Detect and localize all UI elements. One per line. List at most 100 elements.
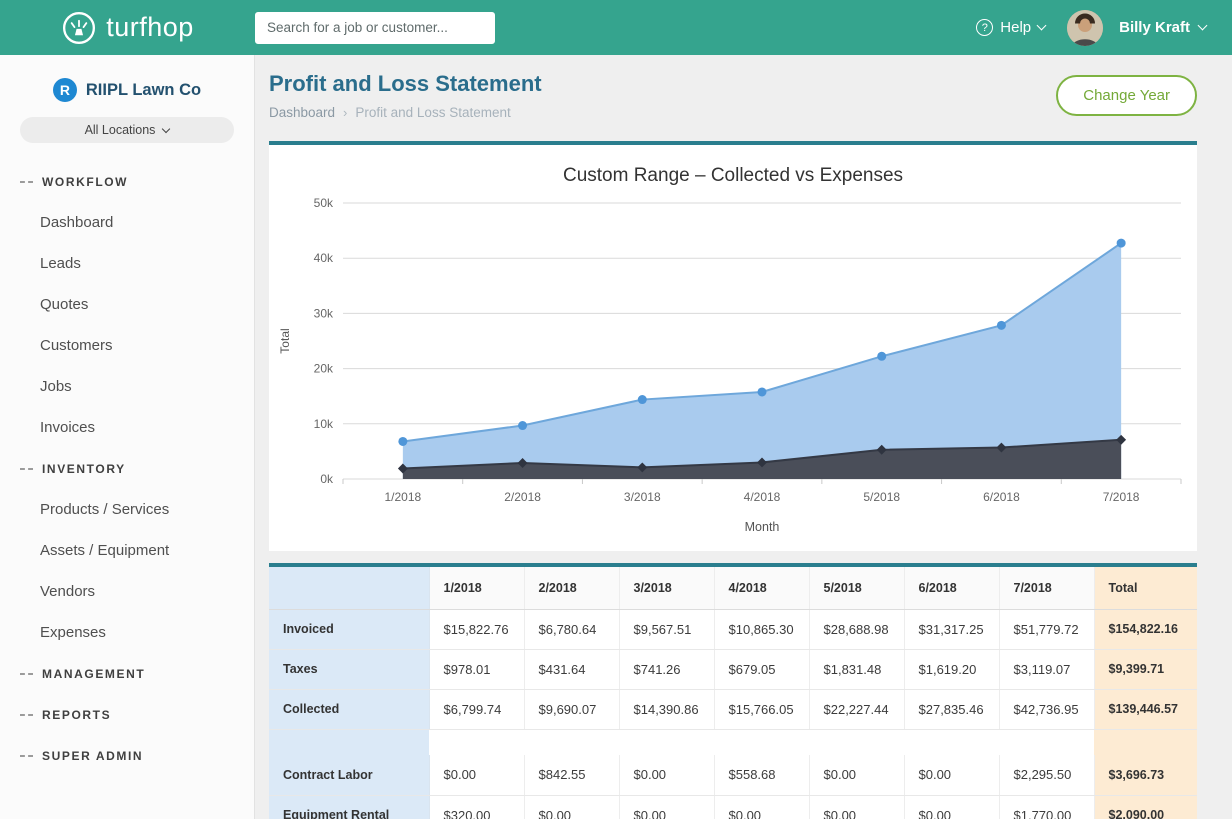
breadcrumb-dashboard[interactable]: Dashboard bbox=[269, 105, 335, 120]
sidebar-item-invoices[interactable]: Invoices bbox=[0, 407, 254, 448]
svg-text:Total: Total bbox=[278, 328, 292, 353]
user-menu[interactable]: Billy Kraft bbox=[1119, 19, 1206, 36]
help-label: Help bbox=[1000, 19, 1031, 36]
table-cell: $558.68 bbox=[714, 755, 809, 795]
change-year-button[interactable]: Change Year bbox=[1056, 75, 1197, 116]
table-cell: $0.00 bbox=[619, 795, 714, 819]
sidebar-item-vendors[interactable]: Vendors bbox=[0, 571, 254, 612]
sidebar: R RIIPL Lawn Co All Locations WORKFLOW Da… bbox=[0, 55, 255, 819]
sidebar-section-inventory[interactable]: INVENTORY bbox=[0, 448, 254, 489]
svg-text:40k: 40k bbox=[314, 251, 334, 265]
sidebar-item-jobs[interactable]: Jobs bbox=[0, 366, 254, 407]
chart-svg: 0k10k20k30k40k50k1/20182/20183/20184/201… bbox=[269, 189, 1197, 541]
chart-card: Custom Range – Collected vs Expenses 0k1… bbox=[269, 141, 1197, 551]
company-logo: R bbox=[53, 78, 77, 102]
table-cell: $10,865.30 bbox=[714, 609, 809, 649]
sidebar-item-dashboard[interactable]: Dashboard bbox=[0, 202, 254, 243]
breadcrumb-separator: › bbox=[343, 105, 347, 120]
svg-text:0k: 0k bbox=[320, 472, 334, 486]
table-cell: $28,688.98 bbox=[809, 609, 904, 649]
row-label: Contract Labor bbox=[269, 755, 429, 795]
table-cell: $0.00 bbox=[904, 755, 999, 795]
table-cell: $9,399.71 bbox=[1094, 649, 1197, 689]
table-cell: $320.00 bbox=[429, 795, 524, 819]
table-cell: $0.00 bbox=[429, 755, 524, 795]
turfhop-logo[interactable]: turfhop bbox=[0, 10, 255, 46]
table-row: Taxes$978.01$431.64$741.26$679.05$1,831.… bbox=[269, 649, 1197, 689]
svg-text:10k: 10k bbox=[314, 417, 334, 431]
table-cell: $0.00 bbox=[714, 795, 809, 819]
breadcrumb-current: Profit and Loss Statement bbox=[355, 105, 510, 120]
table-cell: $6,799.74 bbox=[429, 689, 524, 729]
table-cell: $139,446.57 bbox=[1094, 689, 1197, 729]
column-header: 6/2018 bbox=[904, 567, 999, 609]
section-dash-icon bbox=[20, 181, 33, 183]
column-header: Total bbox=[1094, 567, 1197, 609]
table-cell: $6,780.64 bbox=[524, 609, 619, 649]
table-cell: $0.00 bbox=[619, 755, 714, 795]
row-label: Equipment Rental bbox=[269, 795, 429, 819]
avatar-photo bbox=[1067, 10, 1103, 46]
table-cell: $15,822.76 bbox=[429, 609, 524, 649]
help-menu[interactable]: ? Help bbox=[976, 19, 1045, 36]
table-cell: $51,779.72 bbox=[999, 609, 1094, 649]
table-card: 1/20182/20183/20184/20185/20186/20187/20… bbox=[269, 563, 1197, 819]
sidebar-section-reports[interactable]: REPORTS bbox=[0, 694, 254, 735]
avatar[interactable] bbox=[1067, 10, 1103, 46]
table-cell: $15,766.05 bbox=[714, 689, 809, 729]
section-label: WORKFLOW bbox=[42, 175, 128, 189]
section-dash-icon bbox=[20, 468, 33, 470]
page-title: Profit and Loss Statement bbox=[269, 71, 542, 97]
table-cell: $431.64 bbox=[524, 649, 619, 689]
user-name: Billy Kraft bbox=[1119, 19, 1190, 36]
table-cell: $679.05 bbox=[714, 649, 809, 689]
row-label: Collected bbox=[269, 689, 429, 729]
table-cell: $2,295.50 bbox=[999, 755, 1094, 795]
sidebar-item-assets-equipment[interactable]: Assets / Equipment bbox=[0, 530, 254, 571]
table-row: Contract Labor$0.00$842.55$0.00$558.68$0… bbox=[269, 755, 1197, 795]
section-label: SUPER ADMIN bbox=[42, 749, 143, 763]
svg-text:7/2018: 7/2018 bbox=[1103, 490, 1140, 504]
column-header: 5/2018 bbox=[809, 567, 904, 609]
column-header: 7/2018 bbox=[999, 567, 1094, 609]
section-label: REPORTS bbox=[42, 708, 111, 722]
table-cell: $978.01 bbox=[429, 649, 524, 689]
column-header: 4/2018 bbox=[714, 567, 809, 609]
sidebar-nav: WORKFLOW DashboardLeadsQuotesCustomersJob… bbox=[0, 161, 254, 776]
section-dash-icon bbox=[20, 755, 33, 757]
row-label: Invoiced bbox=[269, 609, 429, 649]
table-cell: $27,835.46 bbox=[904, 689, 999, 729]
sidebar-item-leads[interactable]: Leads bbox=[0, 243, 254, 284]
chevron-down-icon bbox=[1037, 21, 1047, 31]
sidebar-section-workflow[interactable]: WORKFLOW bbox=[0, 161, 254, 202]
sidebar-item-products-services[interactable]: Products / Services bbox=[0, 489, 254, 530]
svg-text:50k: 50k bbox=[314, 196, 334, 210]
column-header: 2/2018 bbox=[524, 567, 619, 609]
sidebar-item-expenses[interactable]: Expenses bbox=[0, 612, 254, 653]
sidebar-item-customers[interactable]: Customers bbox=[0, 325, 254, 366]
main-content: Profit and Loss Statement Dashboard › Pr… bbox=[255, 55, 1232, 819]
top-bar: turfhop ? Help Billy Kraft bbox=[0, 0, 1232, 55]
table-cell: $0.00 bbox=[809, 755, 904, 795]
svg-text:Month: Month bbox=[745, 520, 780, 534]
table-spacer-row bbox=[269, 729, 1197, 755]
svg-text:30k: 30k bbox=[314, 306, 334, 320]
table-cell: $1,770.00 bbox=[999, 795, 1094, 819]
search-input[interactable] bbox=[255, 12, 495, 44]
locations-dropdown[interactable]: All Locations bbox=[20, 117, 234, 143]
table-cell: $9,567.51 bbox=[619, 609, 714, 649]
table-header-row: 1/20182/20183/20184/20185/20186/20187/20… bbox=[269, 567, 1197, 609]
table-cell: $31,317.25 bbox=[904, 609, 999, 649]
sidebar-section-super-admin[interactable]: SUPER ADMIN bbox=[0, 735, 254, 776]
sidebar-item-quotes[interactable]: Quotes bbox=[0, 284, 254, 325]
column-header: 3/2018 bbox=[619, 567, 714, 609]
sidebar-section-management[interactable]: MANAGEMENT bbox=[0, 653, 254, 694]
locations-label: All Locations bbox=[85, 123, 156, 137]
company[interactable]: R RIIPL Lawn Co bbox=[0, 75, 254, 105]
svg-text:4/2018: 4/2018 bbox=[744, 490, 781, 504]
chevron-down-icon bbox=[162, 125, 170, 133]
table-cell: $154,822.16 bbox=[1094, 609, 1197, 649]
page-header: Profit and Loss Statement Dashboard › Pr… bbox=[269, 71, 1197, 129]
profit-loss-chart: 0k10k20k30k40k50k1/20182/20183/20184/201… bbox=[269, 189, 1197, 546]
table-cell: $22,227.44 bbox=[809, 689, 904, 729]
